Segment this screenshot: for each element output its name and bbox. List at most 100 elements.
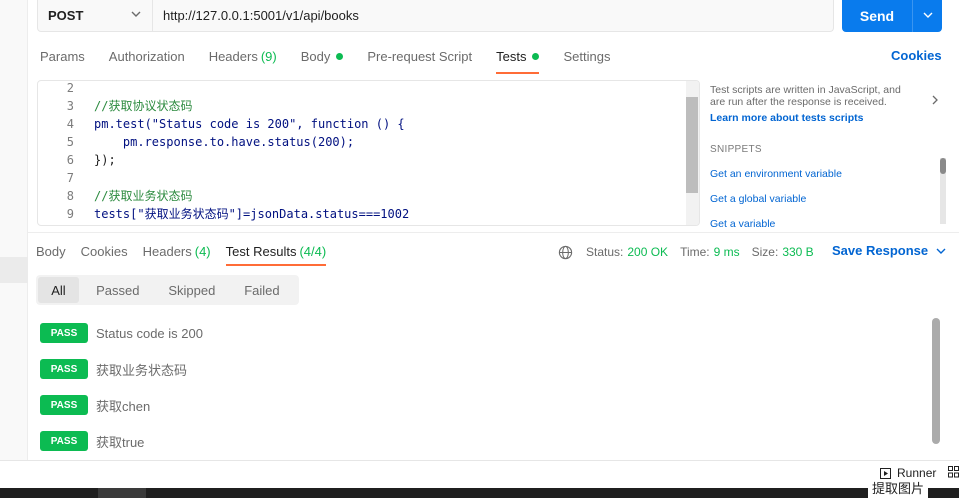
line-text: pm.response.to.have.status(200); [94, 135, 355, 149]
tab-headers[interactable]: Headers (9) [209, 42, 277, 70]
snippet-link[interactable]: Get an environment variable [710, 168, 950, 180]
tests-helper-panel: Test scripts are written in JavaScript, … [710, 84, 950, 228]
tab-label: Params [40, 48, 85, 64]
chevron-down-icon [922, 9, 934, 24]
tab-tests[interactable]: Tests [496, 42, 540, 74]
test-name: 获取true [96, 434, 145, 450]
chevron-right-icon[interactable] [930, 94, 940, 106]
line-text: }); [94, 153, 116, 167]
tab-label: Tests [496, 48, 527, 64]
time-group[interactable]: Time: 9 ms [680, 245, 740, 259]
os-taskbar [0, 488, 959, 498]
test-result-row: PASS 获取true [40, 430, 144, 452]
results-scrollbar-thumb[interactable] [932, 318, 940, 444]
tab-pre-request-script[interactable]: Pre-request Script [367, 42, 472, 70]
url-input[interactable]: http://127.0.0.1:5001/v1/api/books [153, 0, 833, 31]
request-tabs: Params Authorization Headers (9) Body Pre… [40, 42, 634, 74]
pane-divider[interactable] [28, 232, 959, 233]
line-text: //获取业务状态码 [94, 189, 193, 203]
send-options-button[interactable] [912, 0, 942, 32]
status-value: 200 OK [627, 245, 669, 259]
tab-label: Test Results [225, 243, 297, 259]
tab-label: Settings [563, 48, 611, 64]
tab-response-cookies[interactable]: Cookies [81, 240, 128, 262]
line-number: 6 [66, 153, 74, 167]
test-result-row: PASS 获取chen [40, 394, 150, 416]
response-status-bar: Status: 200 OK Time: 9 ms Size: 330 B [558, 242, 826, 262]
tab-body[interactable]: Body [301, 42, 344, 70]
taskbar-app[interactable] [98, 488, 146, 498]
filter-failed[interactable]: Failed [227, 277, 297, 303]
test-results-filter: All Passed Skipped Failed [36, 275, 299, 305]
tab-response-headers[interactable]: Headers (4) [143, 240, 211, 262]
pass-badge: PASS [40, 431, 88, 451]
save-response-button[interactable]: Save Response [832, 243, 946, 258]
tab-count: (9) [260, 48, 277, 64]
runner-button[interactable]: Runner [880, 466, 936, 480]
line-text: //获取协议状态码 [94, 99, 193, 113]
size-group[interactable]: Size: 330 B [752, 245, 814, 259]
tab-settings[interactable]: Settings [563, 42, 610, 70]
method-label: POST [48, 8, 84, 23]
tab-label: Body [300, 48, 331, 64]
tab-label: Headers [208, 48, 258, 64]
tab-label: Body [36, 243, 66, 259]
method-select[interactable]: POST [38, 0, 153, 31]
tab-label: Headers [142, 243, 192, 259]
size-label: Size: [751, 245, 779, 259]
line-number: 8 [66, 189, 74, 203]
filter-skipped[interactable]: Skipped [157, 277, 227, 303]
tab-label: Pre-request Script [367, 48, 473, 64]
overlay-label: 提取图片 [868, 480, 929, 498]
code-line: 9 tests["获取业务状态码"]=jsonData.status===1002 [38, 205, 688, 223]
left-sidebar-strip [0, 0, 28, 460]
code-line: 2 [38, 81, 688, 97]
pass-badge: PASS [40, 395, 88, 415]
status-label: Status: [586, 245, 624, 259]
response-tabs: Body Cookies Headers (4) Test Results (4/4… [36, 240, 341, 266]
tab-params[interactable]: Params [40, 42, 85, 70]
code-line: 4 pm.test("Status code is 200", function … [38, 115, 688, 133]
status-footer [0, 460, 959, 488]
tab-authorization[interactable]: Authorization [109, 42, 185, 70]
size-value: 330 B [782, 245, 814, 259]
learn-more-link[interactable]: Learn more about tests scripts [710, 112, 950, 124]
modified-dot-icon [336, 52, 344, 60]
line-number: 9 [66, 207, 74, 221]
test-result-row: PASS Status code is 200 [40, 322, 203, 344]
snippet-link[interactable]: Get a variable [710, 218, 950, 228]
line-number: 3 [66, 99, 74, 113]
line-number: 7 [66, 171, 74, 185]
helper-scrollbar[interactable] [940, 158, 946, 224]
globe-icon[interactable] [558, 245, 573, 260]
helper-scrollbar-thumb[interactable] [940, 158, 946, 174]
code-line: 7 [38, 169, 688, 187]
grid-icon[interactable] [948, 466, 959, 478]
tab-response-body[interactable]: Body [36, 240, 66, 262]
pass-badge: PASS [40, 359, 88, 379]
test-name: 获取业务状态码 [96, 362, 188, 378]
line-text: pm.test("Status code is 200", function (… [94, 117, 405, 131]
test-name: Status code is 200 [96, 325, 203, 341]
save-response-label: Save Response [832, 243, 929, 258]
pass-badge: PASS [40, 323, 88, 343]
snippet-link[interactable]: Get a global variable [710, 193, 950, 205]
line-number: 4 [66, 117, 74, 131]
send-label: Send [859, 8, 895, 24]
modified-dot-icon [532, 52, 540, 60]
code-line: 5 pm.response.to.have.status(200); [38, 133, 688, 151]
line-number: 5 [66, 135, 74, 149]
snippets-title: SNIPPETS [710, 144, 762, 155]
editor-scrollbar-thumb[interactable] [686, 97, 698, 193]
cookies-link[interactable]: Cookies [891, 48, 942, 63]
chevron-down-icon [936, 248, 946, 254]
filter-passed[interactable]: Passed [79, 277, 157, 303]
send-button[interactable]: Send [842, 0, 942, 32]
tab-test-results[interactable]: Test Results (4/4) [225, 240, 326, 266]
tab-label: Cookies [80, 243, 128, 259]
status-group[interactable]: Status: 200 OK [586, 245, 668, 259]
helper-description: Test scripts are written in JavaScript, … [710, 84, 901, 108]
tests-code-editor[interactable]: 2 3 //获取协议状态码 4 pm.test("Status code is 20… [37, 80, 700, 226]
line-text: tests["获取业务状态码"]=jsonData.status===1002 [94, 207, 410, 221]
filter-all[interactable]: All [38, 277, 79, 303]
